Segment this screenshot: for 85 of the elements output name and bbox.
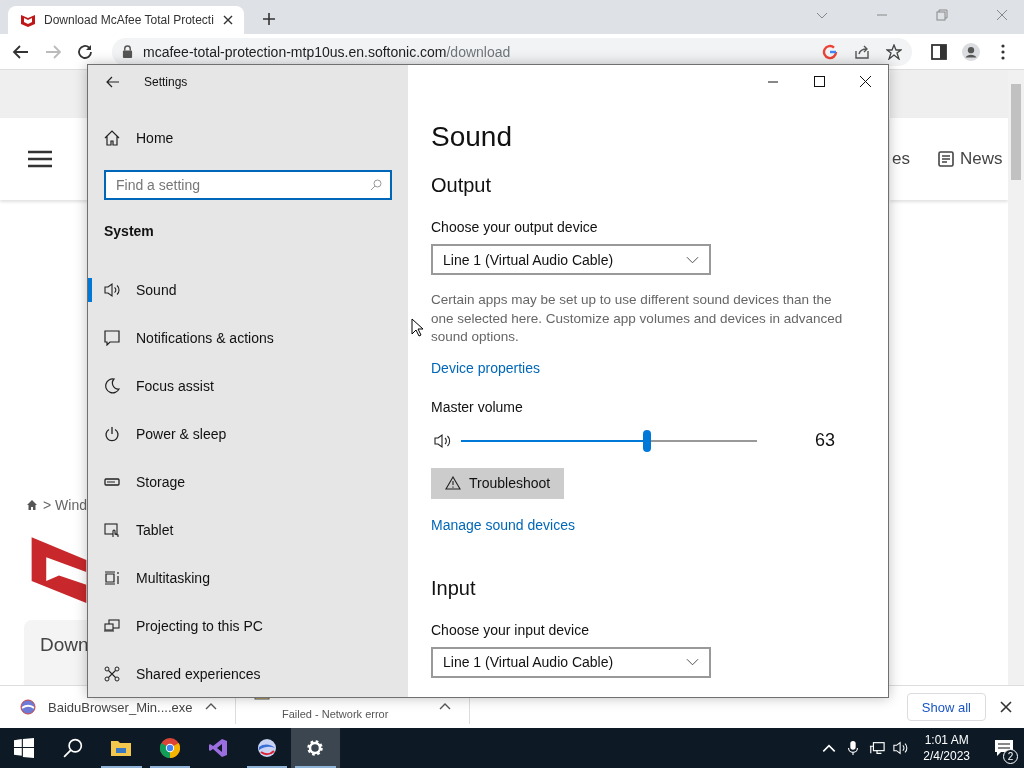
nav-link[interactable]: es xyxy=(892,149,910,169)
troubleshoot-button[interactable]: Troubleshoot xyxy=(431,467,565,499)
manage-devices-link[interactable]: Manage sound devices xyxy=(431,516,575,533)
search-icon[interactable] xyxy=(62,738,83,758)
volume-slider[interactable] xyxy=(461,429,757,452)
swirl-logo-icon xyxy=(256,738,277,758)
globe-icon xyxy=(20,699,36,715)
nav-item[interactable]: Multitasking xyxy=(88,554,408,602)
home-icon[interactable] xyxy=(26,499,38,511)
shared-icon xyxy=(104,666,120,682)
nav-item[interactable]: Storage xyxy=(88,458,408,506)
volume-value: 63 xyxy=(815,430,836,451)
field-label: Master volume xyxy=(431,397,523,417)
taskbar-app[interactable] xyxy=(291,728,340,768)
show-all-button[interactable]: Show all xyxy=(906,693,986,721)
windows-logo-icon[interactable] xyxy=(14,738,35,758)
g-logo-icon[interactable] xyxy=(822,43,838,60)
search-field[interactable]: Find a setting xyxy=(104,170,392,200)
chevron-down-icon xyxy=(686,255,699,264)
card-title: Down xyxy=(40,633,89,655)
focus-icon xyxy=(104,378,120,394)
lock-icon xyxy=(122,45,133,58)
section-heading: Output xyxy=(431,173,492,198)
address-bar[interactable]: mcafee-total-protection-mtp10us.en.softonic.com/download xyxy=(112,37,912,66)
projecting-icon xyxy=(104,618,120,634)
page-title: Sound xyxy=(431,120,512,154)
search-icon xyxy=(370,179,382,191)
chevron-down-icon xyxy=(686,658,699,666)
tablet-icon xyxy=(104,522,120,538)
back-arrow-icon[interactable] xyxy=(106,76,120,88)
file-name[interactable]: BaiduBrowser_Min....exe xyxy=(48,699,193,715)
speaker-icon[interactable] xyxy=(434,432,452,449)
cursor-icon xyxy=(411,318,423,337)
home-nav-item[interactable]: Home xyxy=(104,118,408,158)
clock[interactable]: 1:01 AM 2/4/2023 xyxy=(923,728,970,768)
notification-count: 2 xyxy=(1003,749,1018,764)
nav-item[interactable]: Notifications & actions xyxy=(88,314,408,362)
nav-link[interactable]: News xyxy=(959,149,1003,169)
side-panel-icon[interactable] xyxy=(930,42,948,61)
nav-item[interactable]: Projecting to this PC xyxy=(88,602,408,650)
field-label: Choose your input device xyxy=(431,620,589,640)
share-icon[interactable] xyxy=(854,43,870,60)
plus-icon[interactable] xyxy=(262,12,276,26)
window-title: Settings xyxy=(144,75,188,89)
back-arrow-icon[interactable] xyxy=(12,42,30,61)
scrollbar-thumb[interactable] xyxy=(1011,84,1021,180)
multitasking-icon xyxy=(104,570,120,586)
notifications-icon xyxy=(104,330,120,346)
breadcrumb[interactable]: > Wind xyxy=(43,497,87,513)
browser-logo-icon xyxy=(159,738,180,758)
date-text: 2/4/2023 xyxy=(923,748,970,764)
device-properties-link[interactable]: Device properties xyxy=(431,359,540,376)
sound-icon xyxy=(104,282,120,298)
speaker-icon[interactable] xyxy=(893,740,910,756)
home-icon xyxy=(104,130,120,146)
nav-item[interactable]: Power & sleep xyxy=(88,410,408,458)
article-icon xyxy=(937,151,954,167)
folder-icon xyxy=(111,738,132,758)
star-icon[interactable] xyxy=(886,43,902,60)
section-heading: System xyxy=(104,222,155,241)
field-label: Choose your output device xyxy=(431,218,598,237)
infinity-logo-icon xyxy=(208,738,229,758)
url-text: mcafee-total-protection-mtp10us.en.softonic.com/download xyxy=(143,43,511,60)
tab-title: Download McAfee Total Protecti xyxy=(44,13,214,27)
browser-tab[interactable]: Download McAfee Total Protecti xyxy=(8,6,244,34)
time-text: 1:01 AM xyxy=(924,732,969,748)
menu-icon[interactable] xyxy=(28,150,52,168)
profile-icon[interactable] xyxy=(962,42,980,61)
reload-icon[interactable] xyxy=(76,42,94,61)
description-text: Certain apps may be set up to use different sound devices than the one selected here. Customize app volumes and devices in advanced sound options. xyxy=(431,291,844,346)
network-icon[interactable] xyxy=(869,740,886,756)
scrollbar[interactable] xyxy=(1008,70,1024,685)
gear-icon xyxy=(305,738,326,758)
close-icon[interactable] xyxy=(222,14,234,26)
download-status: Failed - Network error xyxy=(282,708,389,720)
section-heading: Input xyxy=(431,575,476,601)
power-icon xyxy=(104,426,120,442)
device-dropdown[interactable]: Line 1 (Virtual Audio Cable) xyxy=(431,244,711,275)
close-icon[interactable] xyxy=(1000,701,1012,713)
nav-item[interactable]: Tablet xyxy=(88,506,408,554)
shield-logo-icon xyxy=(20,12,36,28)
slider-thumb[interactable] xyxy=(643,429,652,452)
warning-icon xyxy=(445,476,461,490)
device-dropdown[interactable]: Line 1 (Virtual Audio Cable) xyxy=(431,646,711,678)
nav-item[interactable]: Focus assist xyxy=(88,362,408,410)
